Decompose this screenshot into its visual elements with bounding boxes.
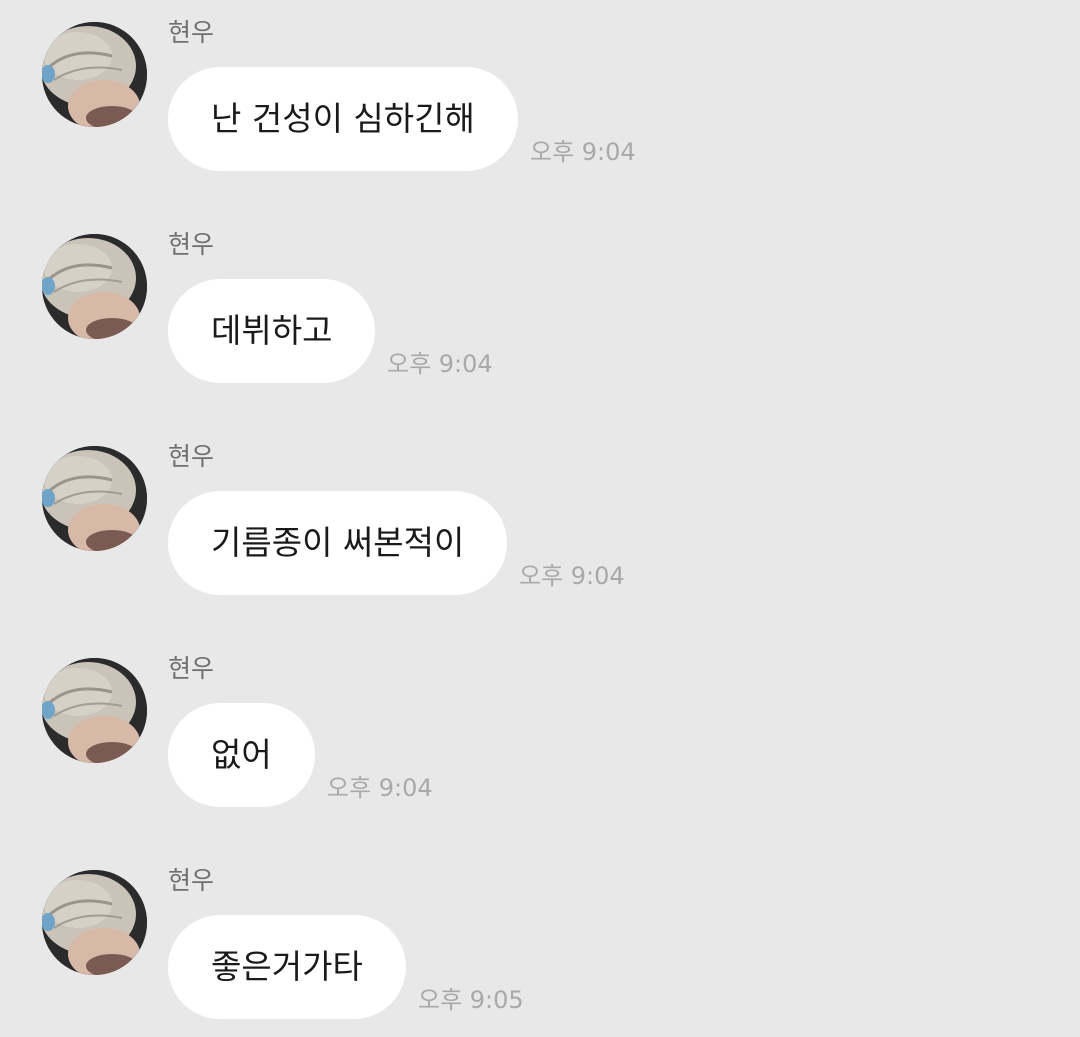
chat-message: 현우 없어 오후 9:04 <box>0 636 1080 807</box>
message-time: 오후 9:04 <box>387 350 493 378</box>
avatar[interactable] <box>42 22 147 127</box>
sender-name: 현우 <box>168 866 215 895</box>
message-time: 오후 9:05 <box>418 986 524 1014</box>
message-time: 오후 9:04 <box>327 774 433 802</box>
message-bubble[interactable]: 기름종이 써본적이 <box>168 491 508 595</box>
sender-name: 현우 <box>168 18 215 47</box>
message-bubble[interactable]: 없어 <box>168 703 315 807</box>
avatar[interactable] <box>42 658 147 763</box>
message-bubble[interactable]: 난 건성이 심하긴해 <box>168 67 518 171</box>
avatar[interactable] <box>42 870 147 975</box>
avatar[interactable] <box>42 446 147 551</box>
message-bubble[interactable]: 좋은거가타 <box>168 915 406 1019</box>
message-time: 오후 9:04 <box>530 138 636 166</box>
sender-name: 현우 <box>168 442 215 471</box>
message-time: 오후 9:04 <box>519 562 625 590</box>
chat-message: 현우 좋은거가타 오후 9:05 <box>0 848 1080 1019</box>
sender-name: 현우 <box>168 654 215 683</box>
chat-message: 현우 난 건성이 심하긴해 오후 9:04 <box>0 0 1080 171</box>
chat-message: 현우 데뷔하고 오후 9:04 <box>0 212 1080 383</box>
avatar[interactable] <box>42 234 147 339</box>
chat-message: 현우 기름종이 써본적이 오후 9:04 <box>0 424 1080 595</box>
sender-name: 현우 <box>168 230 215 259</box>
message-bubble[interactable]: 데뷔하고 <box>168 279 376 383</box>
